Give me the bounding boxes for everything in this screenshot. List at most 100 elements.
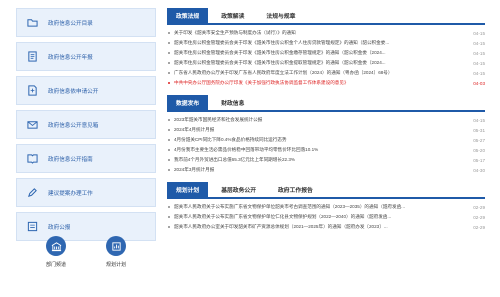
tab-policy-regulations[interactable]: 政策法规 — [167, 8, 209, 23]
list-item-title[interactable]: 2024年4月统计月报 — [174, 127, 463, 133]
bullet-icon — [168, 62, 170, 64]
list-item[interactable]: 韶关市人民政府关于公布实施广东省文物保护单位韶关市考古调查范围的通知（2023—… — [167, 202, 485, 212]
planning-panel: 规划计划 基层政务公开 政府工作报告 韶关市人民政府关于公布实施广东省文物保护单… — [167, 182, 485, 232]
sidebar-item-annual-report[interactable]: 政府信息公开年报 — [16, 42, 156, 71]
tab-policy-interpretation[interactable]: 政策解读 — [212, 8, 253, 23]
list-item[interactable]: 韶关市住房公积金管理委员会关于印发《韶关市住房公积金个人住房贷款管理规定》的通知… — [167, 38, 485, 48]
quick-link-planning[interactable]: 规划计划 — [96, 236, 136, 268]
bullet-icon — [168, 32, 170, 34]
list-item[interactable]: 我市前4个月外贸进出口总值65.3亿元比上年同期增长22.3% 05-17 — [167, 155, 485, 165]
news-list: 2023年韶关市国民经济和社会发展统计公报 04-15 2024年4月统计月报 05… — [167, 112, 485, 175]
folder-icon — [26, 17, 38, 29]
guide-icon — [26, 153, 38, 165]
sidebar-item-guide[interactable]: 政府信息公开指南 — [16, 144, 156, 173]
quick-link-department-channel[interactable]: 部门频道 — [36, 236, 76, 268]
bullet-icon — [168, 159, 170, 161]
list-item-date: 02-29 — [473, 214, 485, 220]
news-list: 关于印发《韶关市安全生产预防与制度办法（试行）》的通知 04-15 韶关市住房公积… — [167, 25, 485, 88]
list-item[interactable]: 关于印发《韶关市安全生产预防与制度办法（试行）》的通知 04-15 — [167, 28, 485, 38]
list-item-date: 04-15 — [473, 70, 485, 76]
bulletin-icon — [26, 221, 38, 233]
list-item-date: 05-17 — [473, 157, 485, 163]
bullet-icon — [168, 226, 170, 228]
list-item-title[interactable]: 我市前4个月外贸进出口总值65.3亿元比上年同期增长22.3% — [174, 157, 463, 163]
report-icon — [26, 51, 38, 63]
data-panel: 数据发布 财政信息 2023年韶关市国民经济和社会发展统计公报 04-15 202… — [167, 95, 485, 175]
list-item-title[interactable]: 韶关市住房公积金管理委员会关于印发《韶关市住房公积金个人住房贷款管理规定》的通知… — [174, 40, 463, 46]
quick-link-label: 部门频道 — [45, 262, 66, 268]
news-list: 韶关市人民政府关于公布实施广东省文物保护单位韶关市考古调查范围的通知（2023—… — [167, 199, 485, 232]
list-item-date: 04-15 — [473, 60, 485, 66]
list-item-date: 04-03 — [473, 80, 485, 86]
edit-icon — [26, 187, 38, 199]
list-item-date: 04-30 — [473, 167, 485, 173]
list-item[interactable]: 韶关市人民政府关于公布实施广东省文物保护单位仁化县文物保护规划（2022—204… — [167, 212, 485, 222]
bullet-icon — [168, 169, 170, 171]
sidebar-item-label: 政府公报 — [48, 224, 71, 231]
tab-bar: 规划计划 基层政务公开 政府工作报告 — [167, 182, 485, 199]
list-item-title[interactable]: 广东省人民政府办公厅关于印发广东省人民政府年度立法工作计划（2024）的通知（粤… — [174, 70, 463, 76]
list-item-title[interactable]: 韶关市住房公积金管理委员会关于印发《韶关市住房公积金缴存管理规定》的通知（韶公积… — [174, 50, 463, 56]
bullet-icon — [168, 42, 170, 44]
sidebar-item-proposals[interactable]: 建议提案办理工作 — [16, 178, 156, 207]
list-item-title[interactable]: 关于印发《韶关市安全生产预防与制度办法（试行）》的通知 — [174, 30, 463, 36]
tab-planning[interactable]: 规划计划 — [167, 182, 209, 197]
sidebar: 政府信息公开目录 政府信息公开年报 政府信息依申请公开 政府信息公开意见箱 政府… — [16, 8, 156, 246]
list-item-date: 05-31 — [473, 127, 485, 133]
mailbox-icon — [26, 119, 38, 131]
sidebar-item-label: 政府信息依申请公开 — [48, 88, 99, 95]
list-item[interactable]: 4月份我市主要生活必需品价格稳中回落带动平均零售价环比回落10.1% 05-20 — [167, 145, 485, 155]
tab-bar: 政策法规 政策解读 法规与规章 — [167, 8, 485, 25]
list-item-highlighted[interactable]: 中共中央办公厅国务院办公厅印发《关于加强行政执法协调监督工作体系建设的意见》 04… — [167, 78, 485, 88]
list-item[interactable]: 2024年3月统计月报 04-30 — [167, 165, 485, 175]
tab-data-release[interactable]: 数据发布 — [167, 95, 209, 110]
policy-panel: 政策法规 政策解读 法规与规章 关于印发《韶关市安全生产预防与制度办法（试行）》… — [167, 8, 485, 88]
list-item[interactable]: 韶关市人民政府办公室关于印发韶关市矿产资源总体规划（2021—2025年）的通知… — [167, 222, 485, 232]
sidebar-item-label: 建议提案办理工作 — [48, 190, 93, 197]
list-item-title[interactable]: 韶关市人民政府关于公布实施广东省文物保护单位韶关市考古调查范围的通知（2023—… — [174, 204, 463, 210]
sidebar-item-label: 政府信息公开目录 — [48, 20, 93, 27]
list-item[interactable]: 4月份韶关CPI同比下降0.4%食品价格持续同比运行态势 05-27 — [167, 135, 485, 145]
bullet-icon — [168, 206, 170, 208]
sidebar-item-suggestion-box[interactable]: 政府信息公开意见箱 — [16, 110, 156, 139]
list-item-title[interactable]: 2023年韶关市国民经济和社会发展统计公报 — [174, 117, 463, 123]
bullet-icon — [168, 149, 170, 151]
sidebar-item-catalog[interactable]: 政府信息公开目录 — [16, 8, 156, 37]
list-item-title[interactable]: 2024年3月统计月报 — [174, 167, 463, 173]
building-icon — [46, 236, 66, 256]
list-item[interactable]: 广东省人民政府办公厅关于印发广东省人民政府年度立法工作计划（2024）的通知（粤… — [167, 68, 485, 78]
bullet-icon — [168, 72, 170, 74]
bullet-icon — [168, 52, 170, 54]
list-item-date: 04-15 — [473, 117, 485, 123]
plan-icon — [106, 236, 126, 256]
list-item-date: 05-20 — [473, 147, 485, 153]
list-item[interactable]: 韶关市住房公积金管理委员会关于印发《韶关市住房公积金缴存管理规定》的通知（韶公积… — [167, 48, 485, 58]
bullet-icon — [168, 216, 170, 218]
list-item-date: 05-27 — [473, 137, 485, 143]
list-item-title[interactable]: 韶关市住房公积金管理委员会关于印发《韶关市住房公积金提取管理规定》的通知（韶公积… — [174, 60, 463, 66]
document-request-icon — [26, 85, 38, 97]
tab-grassroots-affairs[interactable]: 基层政务公开 — [212, 182, 265, 197]
sidebar-item-label: 政府信息公开指南 — [48, 156, 93, 163]
list-item[interactable]: 2023年韶关市国民经济和社会发展统计公报 04-15 — [167, 115, 485, 125]
tab-finance-info[interactable]: 财政信息 — [212, 95, 253, 110]
sidebar-item-request[interactable]: 政府信息依申请公开 — [16, 76, 156, 105]
main-content: 政策法规 政策解读 法规与规章 关于印发《韶关市安全生产预防与制度办法（试行）》… — [167, 8, 485, 239]
sidebar-item-label: 政府信息公开意见箱 — [48, 122, 99, 129]
list-item-title[interactable]: 韶关市人民政府关于公布实施广东省文物保护单位仁化县文物保护规划（2022—204… — [174, 214, 463, 220]
list-item-date: 04-15 — [473, 30, 485, 36]
list-item-date: 04-15 — [473, 40, 485, 46]
sidebar-item-label: 政府信息公开年报 — [48, 54, 93, 61]
list-item[interactable]: 韶关市住房公积金管理委员会关于印发《韶关市住房公积金提取管理规定》的通知（韶公积… — [167, 58, 485, 68]
list-item-title[interactable]: 4月份我市主要生活必需品价格稳中回落带动平均零售价环比回落10.1% — [174, 147, 463, 153]
list-item-title[interactable]: 韶关市人民政府办公室关于印发韶关市矿产资源总体规划（2021—2025年）的通知… — [174, 224, 463, 230]
bullet-icon — [168, 82, 170, 84]
list-item-title[interactable]: 4月份韶关CPI同比下降0.4%食品价格持续同比运行态势 — [174, 137, 463, 143]
tab-regulations-rules[interactable]: 法规与规章 — [257, 8, 304, 23]
list-item[interactable]: 2024年4月统计月报 05-31 — [167, 125, 485, 135]
tab-work-report[interactable]: 政府工作报告 — [269, 182, 322, 197]
tab-bar: 数据发布 财政信息 — [167, 95, 485, 112]
quick-links: 部门频道 规划计划 — [16, 236, 156, 268]
bullet-icon — [168, 129, 170, 131]
list-item-title[interactable]: 中共中央办公厅国务院办公厅印发《关于加强行政执法协调监督工作体系建设的意见》 — [174, 80, 463, 86]
